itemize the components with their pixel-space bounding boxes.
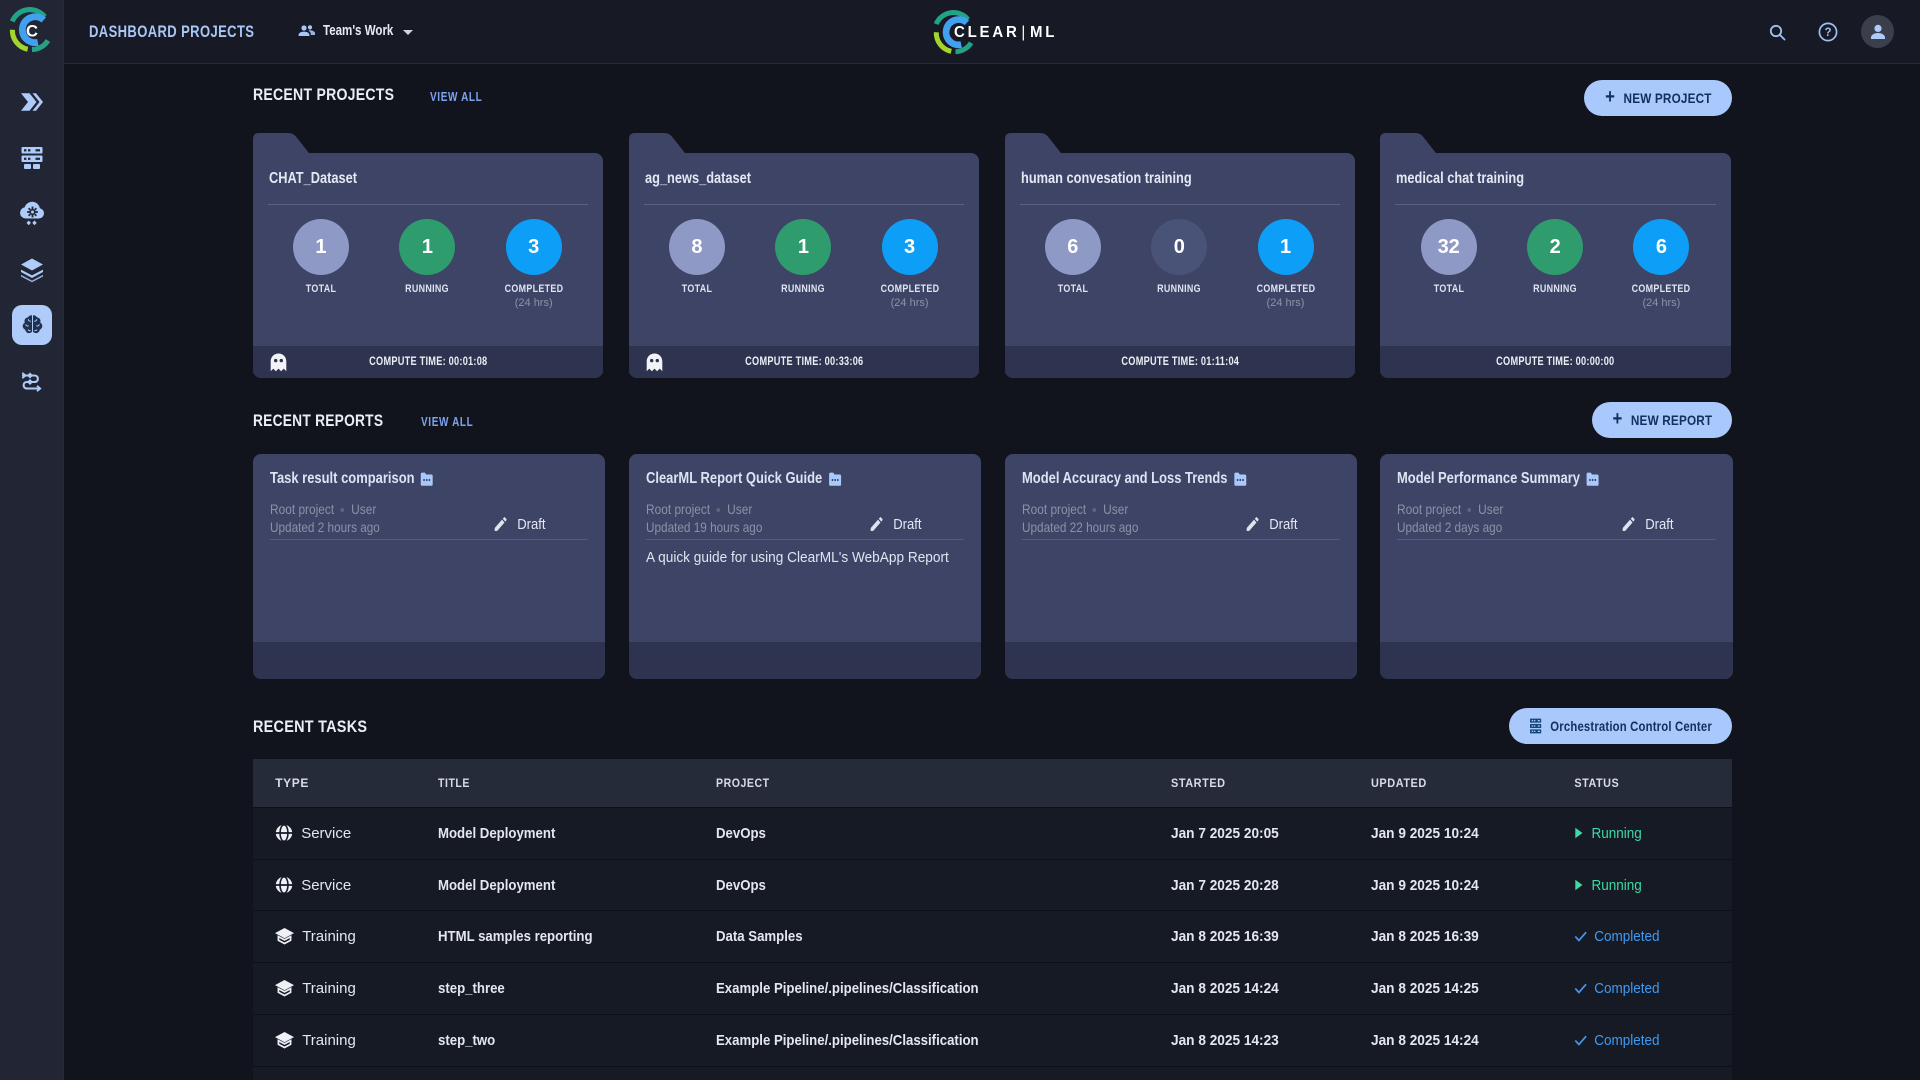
svg-text:?: ? bbox=[1824, 27, 1831, 39]
svg-text:C: C bbox=[26, 21, 38, 40]
